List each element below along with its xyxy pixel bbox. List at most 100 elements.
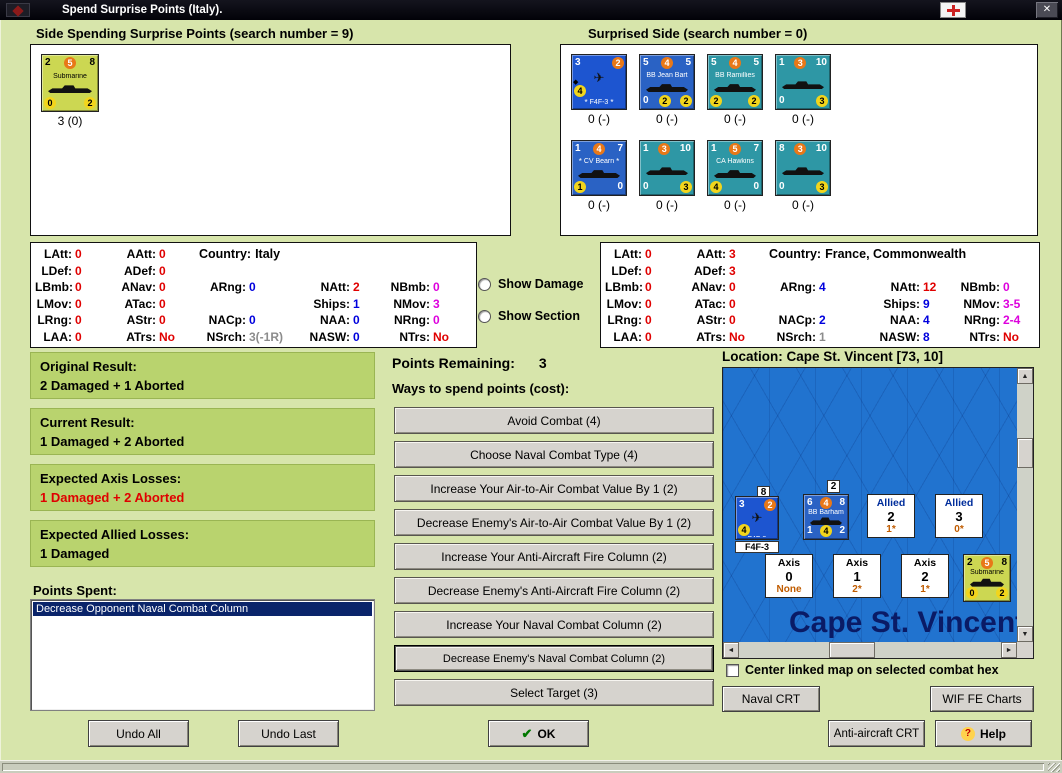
unit-counter-f4f-3[interactable]: 3 2 ✈ 4 * F4F-3 * ◆ <box>571 54 627 110</box>
spend-button-avoid-combat-4-[interactable]: Avoid Combat (4) <box>394 407 714 434</box>
unit-counter-ship[interactable]: 1 3 10 0 3 <box>639 140 695 196</box>
strength-circle: 4 <box>738 524 750 536</box>
unit-counter-bb-jean-bart[interactable]: 5 4 5 BB Jean Bart 0 2 2 <box>639 54 695 110</box>
strength-value: 0 <box>643 180 649 192</box>
undo-all-button[interactable]: Undo All <box>88 720 189 747</box>
map-unit-submarine[interactable]: 2 5 8 Submarine 0 2 <box>963 554 1011 602</box>
stat-lbmb: LBmb: 0 <box>605 280 652 295</box>
spending-side-stats-panel: LAtt: 0 AAtt: 0 Country: Italy LDef: 0 ADef: 0 LBm… <box>30 242 477 348</box>
result-box-3: Expected Allied Losses: 1 Damaged <box>30 520 375 567</box>
scroll-up-arrow-icon[interactable]: ▲ <box>1017 368 1033 384</box>
naval-crt-button[interactable]: Naval CRT <box>722 686 820 712</box>
radio-icon[interactable] <box>478 277 491 291</box>
spend-button-increase-your-naval-combat-column-2-[interactable]: Increase Your Naval Combat Column (2) <box>394 611 714 638</box>
radio-icon[interactable] <box>478 309 491 323</box>
stat-aatt: AAtt: 0 <box>126 247 166 262</box>
points-spent-list[interactable]: Decrease Opponent Naval Combat Column <box>30 599 375 711</box>
center-map-option: Center linked map on selected combat hex <box>726 663 1062 677</box>
strength-circle: 4 <box>593 143 605 155</box>
wif-fe-charts-button[interactable]: WIF FE Charts <box>930 686 1034 712</box>
strength-circle: 2 <box>680 95 692 107</box>
stat-nsrch: NSrch: 3(-1R) <box>206 329 284 344</box>
unit-counter-cv-bearn[interactable]: 1 4 7 * CV Bearn * 1 0 <box>571 140 627 196</box>
map-horizontal-scrollbar[interactable]: ◄ ► <box>723 642 1017 658</box>
country-label: Country: <box>199 247 252 262</box>
strength-circle: 3 <box>658 143 671 155</box>
star-mark-icon: * <box>616 158 620 166</box>
radio-option-show-section[interactable]: Show Section <box>478 309 583 323</box>
strength-circle: 4 <box>820 497 832 509</box>
unit-name: Submarine <box>970 569 1004 577</box>
map-view[interactable]: Cape St. Vincent 8232✈4F4F-3F4F-3648BB B… <box>723 368 1017 642</box>
stat-latt: LAtt: 0 <box>44 247 82 262</box>
ship-silhouette-icon <box>646 167 688 176</box>
ship-silhouette-icon <box>714 84 756 92</box>
ship-silhouette-icon <box>578 170 620 178</box>
strength-circle: 2 <box>612 57 624 69</box>
country-value: Country: Italy <box>199 247 281 262</box>
spend-button-decrease-enemy-s-air-to-air-combat-value-b[interactable]: Decrease Enemy's Air-to-Air Combat Value… <box>394 509 714 536</box>
unit-name: BB Jean Bart <box>646 72 688 79</box>
spend-button-decrease-enemy-s-anti-aircraft-fire-column[interactable]: Decrease Enemy's Anti-Aircraft Fire Colu… <box>394 577 714 604</box>
stat-nsrch: NSrch: 1 <box>776 329 826 344</box>
unit-counter-ca-hawkins[interactable]: 1 5 7 CA Hawkins 4 0 <box>707 140 763 196</box>
stat-lrng: LRng: 0 <box>607 313 652 328</box>
strength-value: 0 <box>753 181 759 192</box>
stat-astr: AStr: 0 <box>126 313 166 328</box>
stat-naa: NAA: 4 <box>890 313 930 328</box>
stat-atac: ATac: 0 <box>694 296 736 311</box>
strength-circle: 3 <box>794 143 807 155</box>
unit-counter-bb-barham[interactable]: 6 4 8 BB Barham 1 4 2 <box>803 494 849 540</box>
unit-counter-f4f-3[interactable]: 3 2✈4F4F-3 <box>735 496 779 540</box>
points-remaining-label: Points Remaining: <box>392 355 515 371</box>
unit-counter-ship[interactable]: 8 3 10 0 3 <box>775 140 831 196</box>
scroll-right-arrow-icon[interactable]: ► <box>1001 642 1017 658</box>
map-unit-f4f-3[interactable]: 32✈4F4F-3F4F-3 <box>735 496 779 553</box>
factor-side-label: Allied <box>944 496 974 509</box>
combat-factor-box-allied-3: Allied 3 0* <box>935 494 983 538</box>
stat-natt: NAtt: 2 <box>320 280 360 295</box>
horizontal-scroll-thumb[interactable] <box>829 642 875 658</box>
spend-button-decrease-enemy-s-naval-combat-column-2-[interactable]: Decrease Enemy's Naval Combat Column (2) <box>394 645 714 672</box>
ship-silhouette-icon <box>970 578 1004 587</box>
vertical-scroll-thumb[interactable] <box>1017 438 1033 468</box>
factor-value: 2 <box>887 508 895 524</box>
unit-counter-submarine[interactable]: 2 5 8 Submarine 0 2 <box>41 54 99 112</box>
strength-value: 2 <box>839 525 845 536</box>
scroll-down-arrow-icon[interactable]: ▼ <box>1017 626 1033 642</box>
unit-counter-submarine[interactable]: 2 5 8 Submarine 0 2 <box>963 554 1011 602</box>
undo-last-button[interactable]: Undo Last <box>238 720 339 747</box>
spend-button-increase-your-anti-aircraft-fire-column-2-[interactable]: Increase Your Anti-Aircraft Fire Column … <box>394 543 714 570</box>
anti-aircraft-crt-button[interactable]: Anti-aircraft CRT <box>828 720 925 747</box>
strength-circle: 3 <box>680 180 692 193</box>
scroll-left-arrow-icon[interactable]: ◄ <box>723 642 739 658</box>
scrollbar-corner <box>1017 642 1033 658</box>
view-options-group: Show Damage Show Section <box>478 277 583 341</box>
factor-sub-value: None <box>776 583 802 595</box>
close-button[interactable]: ✕ <box>1036 2 1058 18</box>
spend-button-increase-your-air-to-air-combat-value-by-1[interactable]: Increase Your Air-to-Air Combat Value By… <box>394 475 714 502</box>
center-map-checkbox[interactable] <box>726 663 739 677</box>
result-box-2: Expected Axis Losses: 1 Damaged + 2 Abort… <box>30 464 375 511</box>
spend-button-choose-naval-combat-type-4-[interactable]: Choose Naval Combat Type (4) <box>394 441 714 468</box>
ways-to-spend-label: Ways to spend points (cost): <box>392 381 570 396</box>
ship-silhouette-icon <box>714 170 756 178</box>
app-icon <box>6 3 30 17</box>
radio-option-show-damage[interactable]: Show Damage <box>478 277 583 291</box>
resize-grip-icon[interactable] <box>1048 763 1060 772</box>
map-unit-bb-barham[interactable]: 6 4 8 BB Barham 1 4 2 <box>803 494 849 540</box>
stat-laa: LAA: 0 <box>43 329 82 344</box>
ship-silhouette-icon <box>782 81 824 90</box>
ok-button[interactable]: ✔ OK <box>488 720 589 747</box>
spend-button-select-target-3-[interactable]: Select Target (3) <box>394 679 714 706</box>
points-spent-item[interactable]: Decrease Opponent Naval Combat Column <box>33 602 372 616</box>
stat-ldef: LDef: 0 <box>41 263 82 278</box>
strength-value: 5 <box>711 57 717 68</box>
map-vertical-scrollbar[interactable]: ▲ ▼ <box>1017 368 1033 642</box>
unit-counter-ship[interactable]: 1 3 10 0 3 <box>775 54 831 110</box>
stat-naa: NAA: 0 <box>320 313 360 328</box>
unit-counter-bb-ramillies[interactable]: 5 4 5 BB Ramillies 2 2 <box>707 54 763 110</box>
aircraft-silhouette-icon: ✈ <box>751 510 763 525</box>
star-mark-icon: * <box>578 158 582 166</box>
help-button[interactable]: ? Help <box>935 720 1032 747</box>
